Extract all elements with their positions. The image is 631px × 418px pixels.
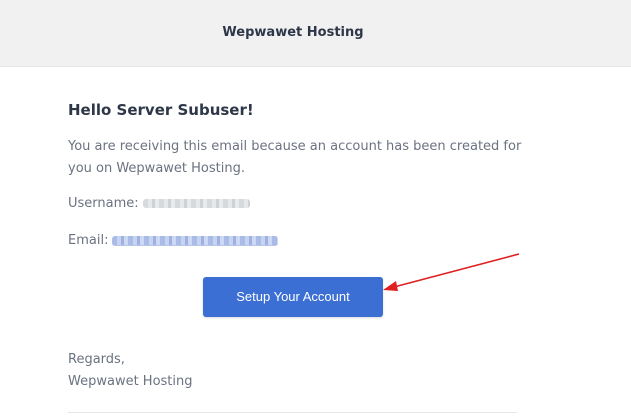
setup-account-button[interactable]: Setup Your Account	[203, 277, 383, 317]
email-value-redacted-link[interactable]	[112, 235, 279, 246]
footer-divider	[68, 412, 517, 413]
regards-text: Regards,	[68, 352, 125, 367]
arrow-shaft	[393, 253, 520, 288]
intro-text: You are receiving this email because an …	[68, 139, 522, 176]
username-row: Username:	[68, 196, 250, 211]
username-value-redacted	[142, 199, 250, 208]
greeting-heading: Hello Server Subuser!	[68, 101, 254, 119]
regards-block: Regards, Wepwawet Hosting	[68, 349, 193, 393]
email-row: Email:	[68, 233, 279, 248]
arrow-head	[383, 281, 398, 291]
header-title: Wepwawet Hosting	[222, 25, 364, 40]
red-arrow-annotation	[383, 253, 520, 291]
email-header: Wepwawet Hosting	[0, 0, 631, 67]
signature-text: Wepwawet Hosting	[68, 374, 193, 389]
username-label: Username:	[68, 196, 139, 211]
email-label: Email:	[68, 233, 109, 248]
